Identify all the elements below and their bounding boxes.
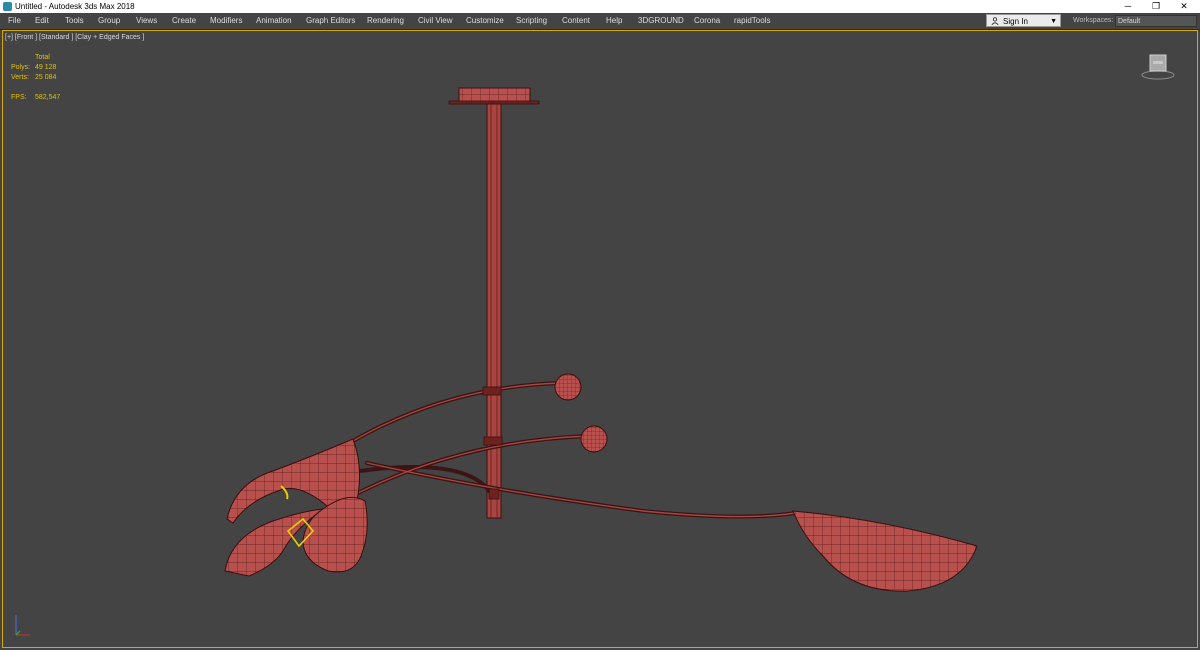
menu-content[interactable]: Content: [562, 13, 590, 29]
sign-in-dropdown[interactable]: Sign In ▼: [986, 14, 1061, 27]
menu-civil-view[interactable]: Civil View: [418, 13, 453, 29]
workspaces-label: Workspaces:: [1073, 17, 1114, 24]
menu-views[interactable]: Views: [136, 13, 157, 29]
counterweight-sphere[interactable]: [554, 373, 582, 401]
sign-in-label: Sign In: [1003, 17, 1028, 26]
close-button[interactable]: ✕: [1170, 0, 1198, 13]
lamp-pole[interactable]: [486, 103, 502, 519]
menu-animation[interactable]: Animation: [256, 13, 292, 29]
menu-help[interactable]: Help: [606, 13, 622, 29]
menu-3dground[interactable]: 3DGROUND: [638, 13, 684, 29]
app-icon: [3, 2, 12, 11]
menu-modifiers[interactable]: Modifiers: [210, 13, 242, 29]
arm-joint[interactable]: [482, 386, 502, 396]
arm-joint[interactable]: [483, 436, 503, 446]
ceiling-canopy[interactable]: [448, 87, 540, 105]
menu-bar: File Edit Tools Group Views Create Modif…: [0, 13, 1200, 30]
menu-group[interactable]: Group: [98, 13, 120, 29]
menu-rendering[interactable]: Rendering: [367, 13, 404, 29]
menu-customize[interactable]: Customize: [466, 13, 504, 29]
menu-scripting[interactable]: Scripting: [516, 13, 547, 29]
menu-corona[interactable]: Corona: [694, 13, 720, 29]
workspaces-select[interactable]: Default: [1115, 15, 1197, 27]
menu-tools[interactable]: Tools: [65, 13, 84, 29]
menu-edit[interactable]: Edit: [35, 13, 49, 29]
workspaces-value: Default: [1118, 18, 1141, 25]
menu-create[interactable]: Create: [172, 13, 196, 29]
axis-tripod-icon: [15, 615, 30, 636]
right-shade[interactable]: [792, 510, 978, 592]
lamp-arms[interactable]: [341, 381, 797, 519]
menu-file[interactable]: File: [8, 13, 21, 29]
front-viewport[interactable]: [+] [Front ] [Standard ] [Clay + Edged F…: [2, 30, 1198, 648]
menu-rapidtools[interactable]: rapidTools: [734, 13, 770, 29]
user-icon: [991, 17, 999, 25]
arm-joint[interactable]: [488, 488, 500, 500]
restore-button[interactable]: ❐: [1142, 0, 1170, 13]
title-bar: Untitled - Autodesk 3ds Max 2018 ─ ❐ ✕: [0, 0, 1200, 13]
lamp-model[interactable]: [3, 31, 1198, 648]
minimize-button[interactable]: ─: [1114, 0, 1142, 13]
counterweight-sphere[interactable]: [580, 425, 608, 453]
left-lower-shade[interactable]: [224, 496, 368, 577]
menu-graph-editors[interactable]: Graph Editors: [306, 13, 355, 29]
window-title: Untitled - Autodesk 3ds Max 2018: [15, 2, 135, 11]
chevron-down-icon: ▼: [1050, 18, 1057, 25]
